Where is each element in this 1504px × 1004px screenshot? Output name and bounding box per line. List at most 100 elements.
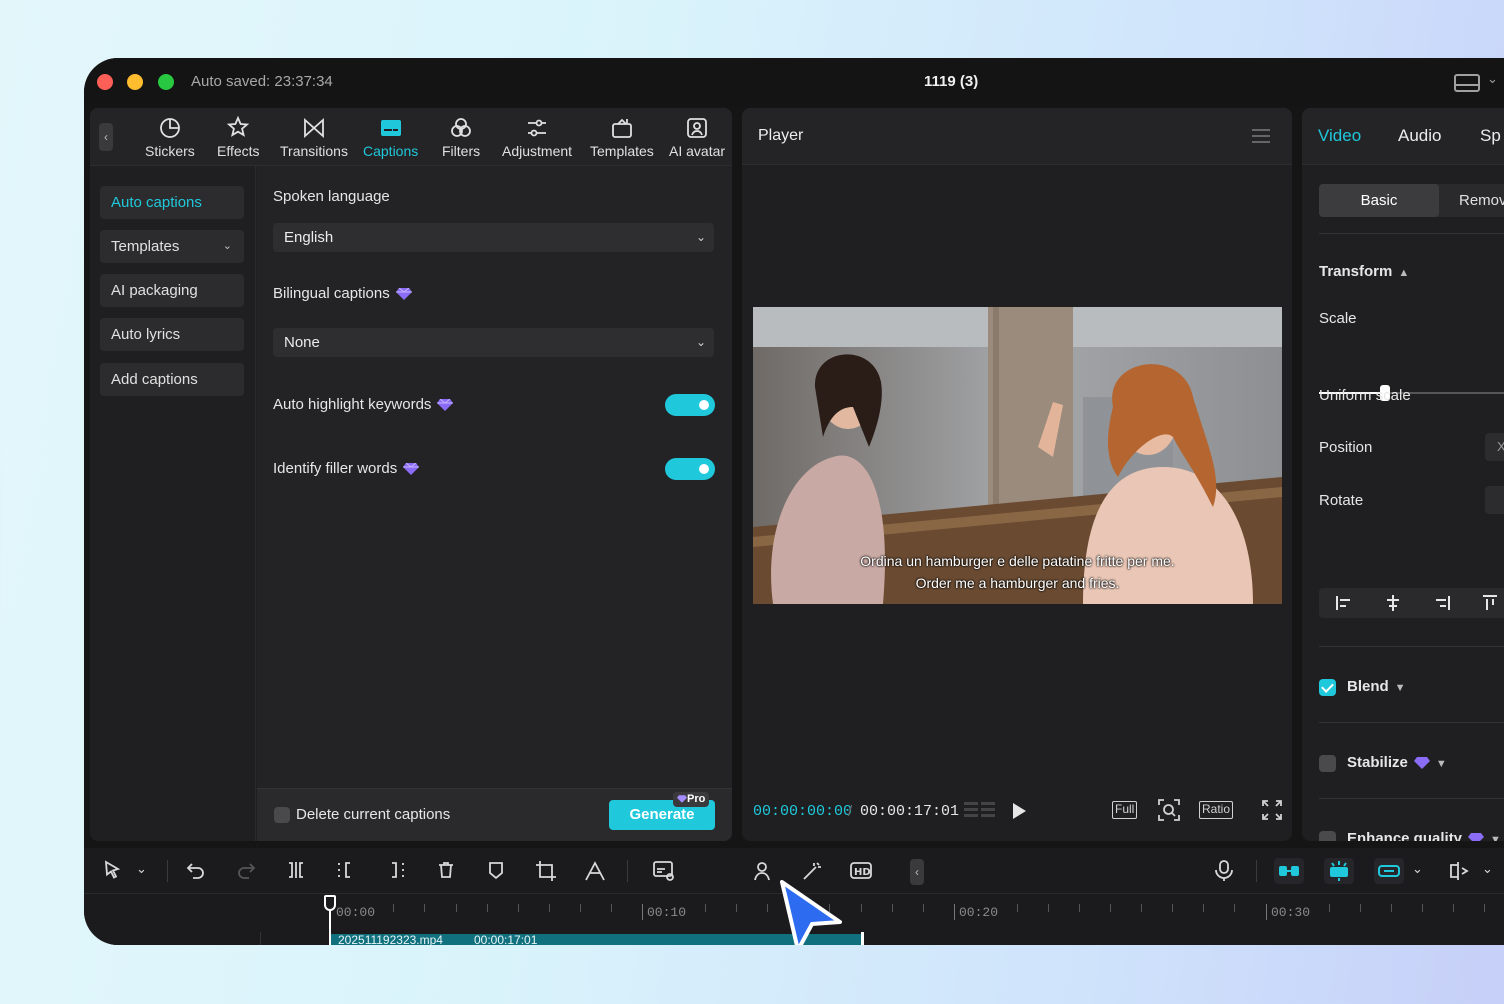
- remove-background-icon[interactable]: [752, 860, 774, 882]
- ai-avatar-icon: [687, 118, 707, 138]
- position-x-field[interactable]: X: [1485, 433, 1504, 461]
- video-preview[interactable]: Ordina un hamburger e delle patatine fri…: [753, 307, 1282, 604]
- auto-reframe-icon[interactable]: [584, 860, 608, 882]
- tool-adjustment[interactable]: Adjustment: [502, 116, 572, 159]
- chevron-down-icon[interactable]: ⌄: [1482, 861, 1493, 877]
- bilingual-captions-select[interactable]: None ⌄: [273, 328, 714, 357]
- align-top-icon[interactable]: [1481, 594, 1499, 612]
- split-icon[interactable]: [286, 860, 306, 880]
- stabilize-checkbox[interactable]: [1319, 755, 1336, 772]
- linkage-button[interactable]: [1374, 858, 1404, 884]
- select-cursor-icon[interactable]: [102, 860, 122, 880]
- filler-words-toggle[interactable]: [665, 458, 715, 480]
- layout-icon[interactable]: [1454, 74, 1480, 92]
- player-header: Player: [742, 108, 1292, 165]
- divider: [1319, 722, 1504, 723]
- align-right-icon[interactable]: [1433, 594, 1451, 612]
- zoom-window-button[interactable]: [158, 74, 174, 90]
- nav-auto-lyrics[interactable]: Auto lyrics: [100, 318, 244, 351]
- delete-icon[interactable]: [436, 860, 456, 880]
- tool-captions[interactable]: Captions: [363, 116, 418, 159]
- auto-snap-button[interactable]: [1324, 858, 1354, 884]
- nav-add-captions[interactable]: Add captions: [100, 363, 244, 396]
- ruler-tick: [861, 904, 862, 912]
- tab-speed[interactable]: Sp: [1480, 126, 1501, 146]
- align-center-icon[interactable]: [1384, 594, 1402, 612]
- menu-icon[interactable]: [1252, 129, 1270, 143]
- waveform-icon[interactable]: [964, 800, 996, 822]
- transitions-icon: [304, 117, 324, 139]
- timecode-separator: /: [848, 803, 853, 820]
- stabilize-section-toggle[interactable]: Stabilize ▼: [1347, 754, 1447, 771]
- tool-stickers[interactable]: Stickers: [145, 116, 195, 159]
- undo-icon[interactable]: [186, 860, 206, 880]
- preview-axis-icon[interactable]: [1448, 860, 1472, 882]
- delete-captions-checkbox[interactable]: [274, 807, 290, 823]
- tab-video[interactable]: Video: [1318, 126, 1361, 146]
- chevron-left-icon[interactable]: ‹: [99, 123, 113, 151]
- nav-ai-packaging[interactable]: AI packaging: [100, 274, 244, 307]
- tab-audio[interactable]: Audio: [1398, 126, 1441, 146]
- split-left-icon[interactable]: [336, 860, 356, 880]
- nav-templates[interactable]: Templates ⌄: [100, 230, 244, 263]
- pro-gem-icon: [437, 399, 454, 412]
- split-right-icon[interactable]: [386, 860, 406, 880]
- blend-checkbox[interactable]: [1319, 679, 1336, 696]
- crop-icon[interactable]: [535, 860, 557, 882]
- captions-edit-icon[interactable]: [652, 860, 676, 882]
- highlight-keywords-toggle[interactable]: [665, 394, 715, 416]
- spoken-language-select[interactable]: English ⌄: [273, 223, 714, 252]
- ruler-tick: [1391, 904, 1392, 912]
- rotate-field[interactable]: [1485, 486, 1504, 514]
- pro-gem-icon: [1468, 833, 1485, 841]
- toolbar-separator: [167, 860, 168, 882]
- hd-enhance-icon[interactable]: HD: [850, 860, 874, 882]
- highlight-keywords-label: Auto highlight keywords: [273, 396, 454, 413]
- chevron-left-icon[interactable]: ‹: [910, 859, 924, 885]
- transform-section-toggle[interactable]: Transform ▲: [1319, 263, 1409, 280]
- mouse-pointer-icon: [780, 880, 842, 945]
- redo-icon[interactable]: [236, 860, 256, 880]
- ruler-tick: [611, 904, 612, 912]
- segment-basic[interactable]: Basic: [1319, 184, 1439, 217]
- close-window-button[interactable]: [97, 74, 113, 90]
- enhance-quality-section-toggle[interactable]: Enhance quality ▼: [1347, 830, 1501, 841]
- tool-ai-avatar[interactable]: AI avatar: [669, 116, 725, 159]
- minimize-window-button[interactable]: [127, 74, 143, 90]
- tool-templates[interactable]: Templates: [590, 116, 654, 159]
- rotate-label: Rotate: [1319, 492, 1364, 509]
- blend-section-toggle[interactable]: Blend ▼: [1347, 678, 1406, 695]
- ruler-tick: [1484, 904, 1485, 912]
- segment-remove[interactable]: Remov: [1459, 184, 1504, 217]
- subtitle-line-original: Ordina un hamburger e delle patatine fri…: [860, 553, 1175, 569]
- pro-gem-icon: [403, 463, 420, 476]
- ratio-button[interactable]: Ratio: [1199, 801, 1234, 819]
- ruler-tick: [549, 904, 550, 912]
- chevron-down-icon[interactable]: ⌄: [1412, 861, 1423, 877]
- track-header-divider: [260, 932, 261, 945]
- tool-filters[interactable]: Filters: [442, 116, 480, 159]
- tool-effects[interactable]: Effects: [217, 116, 260, 159]
- playhead-handle[interactable]: [324, 895, 336, 911]
- chevron-down-icon[interactable]: ⌄: [136, 861, 147, 877]
- align-left-icon[interactable]: [1335, 594, 1353, 612]
- chevron-down-icon[interactable]: ⌄: [1487, 71, 1498, 87]
- microphone-icon[interactable]: [1214, 860, 1234, 882]
- inspector-tabs: Video Audio Sp: [1302, 108, 1504, 165]
- zoom-fit-icon[interactable]: [1157, 798, 1181, 822]
- main-track-magnet-button[interactable]: [1274, 858, 1304, 884]
- pro-badge: Pro: [673, 792, 710, 807]
- clip-trim-handle[interactable]: [861, 932, 864, 945]
- captions-icon: [380, 120, 401, 136]
- marker-icon[interactable]: [486, 860, 506, 880]
- play-icon[interactable]: [1011, 802, 1027, 820]
- pro-gem-icon: [677, 795, 687, 803]
- enhance-quality-checkbox[interactable]: [1319, 831, 1336, 841]
- fullscreen-icon[interactable]: [1262, 800, 1282, 820]
- nav-auto-captions[interactable]: Auto captions: [100, 186, 244, 219]
- nav-label: Templates: [111, 238, 180, 255]
- tool-label: Effects: [217, 143, 260, 159]
- tool-transitions[interactable]: Transitions: [280, 116, 348, 159]
- full-button[interactable]: Full: [1112, 801, 1138, 819]
- chevron-down-icon: ⌄: [695, 335, 706, 349]
